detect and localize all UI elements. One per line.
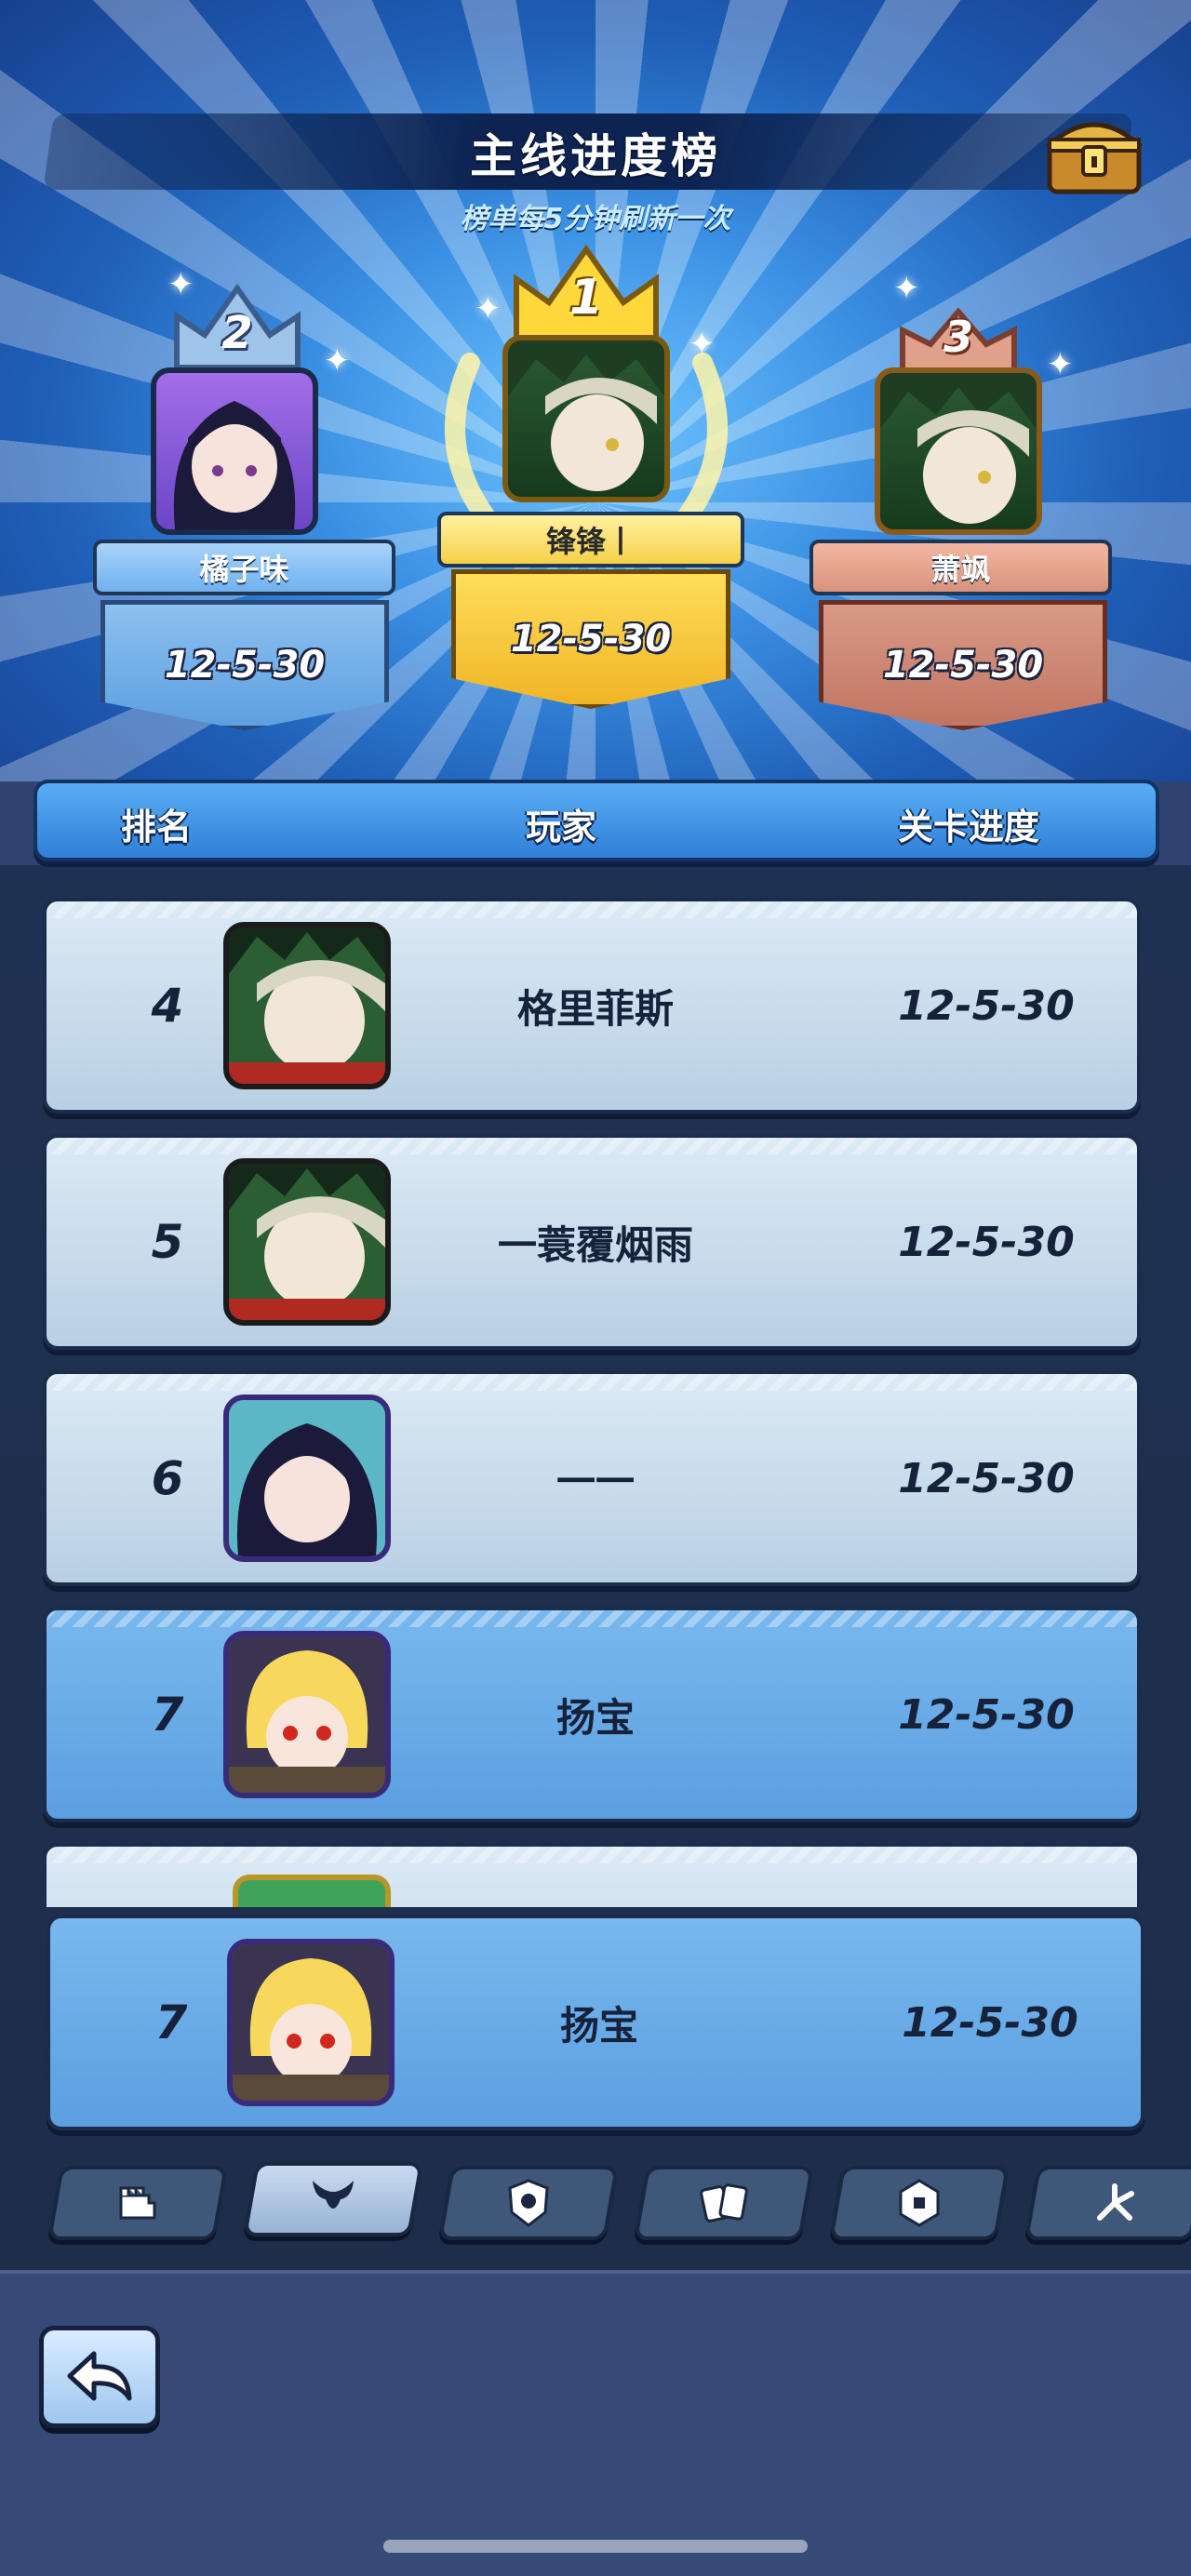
refresh-note: 榜单每5分钟刷新一次 <box>460 203 731 235</box>
player-progress: 12-5-30 <box>100 600 389 730</box>
player-avatar <box>233 1875 391 1907</box>
sparkle-icon: ✦ <box>324 342 351 380</box>
row-progress: 12-5-30 <box>898 1454 1075 1502</box>
player-name-plate: 萧飒 <box>810 540 1112 595</box>
fist-icon <box>119 2186 156 2220</box>
horned-mask-icon <box>313 2181 354 2209</box>
rank-number: 2 <box>221 307 253 359</box>
sparkle-icon: ✦ <box>167 266 194 303</box>
row-rank: 5 <box>151 1215 184 1269</box>
character-portrait-icon <box>508 340 664 491</box>
leaderboard-tabs <box>0 2158 1191 2251</box>
my-progress: 12-5-30 <box>902 1998 1078 2047</box>
column-header-progress: 关卡进度 <box>898 807 1040 848</box>
character-portrait-icon <box>229 1636 385 1793</box>
table-row[interactable]: 6 一一 12-5-30 <box>43 1370 1141 1586</box>
back-button[interactable] <box>39 2326 160 2428</box>
player-avatar <box>223 1158 391 1326</box>
row-player-name: 一一 <box>555 1458 635 1504</box>
table-header: 排名 玩家 关卡进度 <box>33 780 1159 861</box>
player-avatar <box>223 1631 391 1798</box>
my-player-name: 扬宝 <box>559 2002 638 2049</box>
character-portrait-icon <box>229 1400 385 1556</box>
player-avatar <box>223 922 391 1089</box>
my-avatar <box>227 1939 395 2106</box>
character-portrait-icon <box>880 373 1037 524</box>
row-rank: 4 <box>151 979 184 1033</box>
row-progress: 12-5-30 <box>898 981 1075 1030</box>
back-arrow-icon <box>67 2351 132 2401</box>
character-portrait-icon <box>233 1944 389 2101</box>
card-icon <box>899 2179 940 2227</box>
table-row-partial[interactable] <box>43 1843 1141 1907</box>
tab-shield-badge[interactable] <box>437 2166 620 2240</box>
podium-rank-2[interactable]: 2 橘子味 12-5-30 <box>93 279 400 763</box>
player-name-plate: 橘子味 <box>93 540 395 595</box>
table-row[interactable]: 7 扬宝 12-5-30 <box>43 1607 1141 1822</box>
player-avatar <box>151 367 318 535</box>
my-rank: 7 <box>154 1995 188 2049</box>
player-avatar <box>223 1395 391 1562</box>
character-portrait-icon <box>229 928 385 1084</box>
branch-icon <box>1097 2183 1134 2221</box>
row-rank: 6 <box>151 1451 184 1505</box>
character-portrait-icon <box>173 401 296 529</box>
row-player-name: 一蓑覆烟雨 <box>497 1221 693 1268</box>
column-header-rank: 排名 <box>121 807 193 848</box>
cards-icon <box>700 2183 748 2222</box>
rank-number: 1 <box>569 270 604 326</box>
row-progress: 12-5-30 <box>898 1218 1075 1266</box>
tab-branch[interactable] <box>1024 2166 1191 2240</box>
tab-horned-mask[interactable] <box>242 2162 424 2236</box>
bottom-bar <box>0 2270 1191 2576</box>
page-title: 主线进度榜 <box>470 129 721 183</box>
sparkle-icon: ✦ <box>1047 346 1074 383</box>
sparkle-icon: ✦ <box>475 290 502 327</box>
player-progress: 12-5-30 <box>819 600 1107 730</box>
player-name-plate: 锋锋丨 <box>437 512 744 567</box>
player-avatar <box>502 335 670 502</box>
column-header-player: 玩家 <box>526 807 597 848</box>
table-row[interactable]: 5 一蓑覆烟雨 12-5-30 <box>43 1134 1141 1350</box>
leaderboard-list[interactable]: 4 格里菲斯 12-5-30 5 一蓑覆烟雨 12-5-30 6 一一 12-5… <box>0 888 1191 1907</box>
tab-fist[interactable] <box>47 2166 229 2240</box>
sparkle-icon: ✦ <box>893 270 920 307</box>
row-player-name: 扬宝 <box>555 1694 635 1741</box>
rank-number: 3 <box>943 312 973 362</box>
treasure-chest-icon[interactable] <box>1044 112 1144 197</box>
player-avatar <box>875 367 1042 535</box>
home-indicator <box>383 2540 808 2553</box>
row-rank: 7 <box>151 1688 184 1742</box>
tab-card[interactable] <box>828 2166 1010 2240</box>
table-row[interactable]: 4 格里菲斯 12-5-30 <box>43 898 1141 1114</box>
row-player-name: 格里菲斯 <box>516 985 674 1032</box>
player-progress: 12-5-30 <box>451 569 730 709</box>
my-rank-row[interactable]: 7 扬宝 12-5-30 <box>47 1915 1144 2130</box>
tab-cards[interactable] <box>633 2166 815 2240</box>
character-portrait-icon <box>229 1164 385 1320</box>
shield-badge-icon <box>508 2179 549 2227</box>
sparkle-icon: ✦ <box>689 326 716 363</box>
row-progress: 12-5-30 <box>898 1690 1075 1739</box>
